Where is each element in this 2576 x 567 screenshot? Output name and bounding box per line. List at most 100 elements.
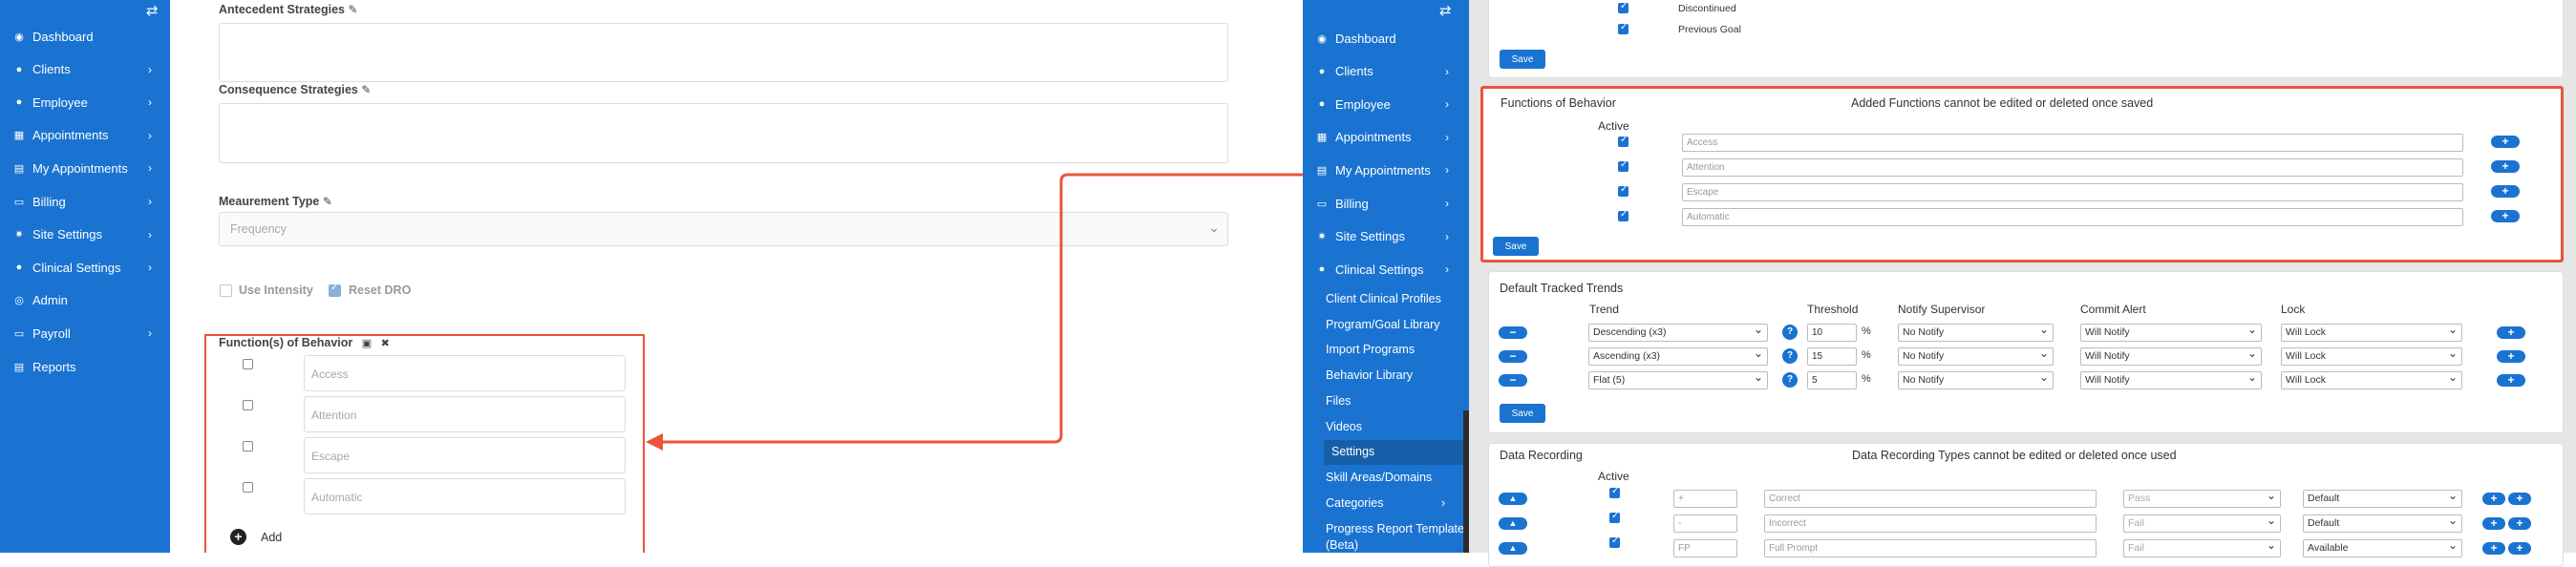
notify-select[interactable]: No Notify xyxy=(1898,347,2054,366)
lock-select[interactable]: Will Lock xyxy=(2281,324,2462,342)
sidebar-item-clinical-settings[interactable]: ● Clinical Settings › xyxy=(1315,255,1460,284)
user-icon: ● xyxy=(1318,263,1326,276)
chevron-right-icon: › xyxy=(1445,97,1449,112)
notify-header: Notify Supervisor xyxy=(1898,303,1986,316)
notify-select[interactable]: No Notify xyxy=(1898,371,2054,389)
commit-select[interactable]: Will Notify xyxy=(2080,347,2262,366)
save-button[interactable]: Save xyxy=(1493,237,1539,256)
function-active-checkbox[interactable] xyxy=(1618,209,1629,221)
trend-select[interactable]: Descending (x3) xyxy=(1588,324,1768,342)
sidebar-item-appointments[interactable]: ▦ Appointments › xyxy=(1315,123,1460,152)
goal-status-card: Discontinued Previous Goal Save xyxy=(1488,0,2564,78)
sidebar-item-my-appointments[interactable]: ▤ My Appointments › xyxy=(1315,156,1460,184)
add-icon[interactable]: + xyxy=(2508,542,2531,555)
recording-symbol-input[interactable]: + xyxy=(1673,490,1737,508)
add-icon[interactable]: + xyxy=(2491,185,2520,198)
sidebar-item-site-settings[interactable]: ✷ Site Settings › xyxy=(1315,222,1460,251)
recording-mode-select[interactable]: Available xyxy=(2303,539,2462,557)
function-active-checkbox[interactable] xyxy=(1618,135,1629,147)
add-trend-icon[interactable]: + xyxy=(2497,326,2525,339)
submenu-item-progress-report-template[interactable]: Progress Report Template xyxy=(1326,522,1464,536)
submenu-item--beta-[interactable]: (Beta) xyxy=(1326,538,1358,552)
remove-trend-icon[interactable]: − xyxy=(1499,326,1527,339)
percent-label: % xyxy=(1862,349,1871,361)
submenu-item-program-goal-library[interactable]: Program/Goal Library xyxy=(1326,318,1440,331)
recording-symbol-input[interactable]: FP xyxy=(1673,539,1737,557)
recording-mode-select[interactable]: Default xyxy=(2303,490,2462,508)
sidebar-item-dashboard[interactable]: ◉ Dashboard xyxy=(1315,24,1460,52)
move-up-icon[interactable]: ▲ xyxy=(1499,493,1527,505)
recording-active-checkbox[interactable] xyxy=(1609,536,1620,548)
sidebar-item-clients[interactable]: ● Clients › xyxy=(1315,57,1460,86)
recording-symbol-input[interactable]: - xyxy=(1673,514,1737,533)
functions-note: Added Functions cannot be edited or dele… xyxy=(1851,96,2154,110)
trends-card: Default Tracked Trends Trend Threshold N… xyxy=(1488,271,2564,433)
add-trend-icon[interactable]: + xyxy=(2497,350,2525,363)
add-icon[interactable]: + xyxy=(2482,493,2505,505)
add-icon[interactable]: + xyxy=(2482,542,2505,555)
trend-select[interactable]: Flat (5) xyxy=(1588,371,1768,389)
submenu-item-behavior-library[interactable]: Behavior Library xyxy=(1326,368,1413,382)
function-active-checkbox[interactable] xyxy=(1618,159,1629,172)
trend-select[interactable]: Ascending (x3) xyxy=(1588,347,1768,366)
submenu-item-categories[interactable]: Categories xyxy=(1326,496,1383,510)
sidebar-item-employee[interactable]: ● Employee › xyxy=(1315,90,1460,118)
right-main: Discontinued Previous Goal Save Function… xyxy=(1469,0,2576,567)
chevron-right-icon: › xyxy=(1445,197,1449,210)
move-up-icon[interactable]: ▲ xyxy=(1499,542,1527,555)
submenu-item-settings[interactable]: Settings xyxy=(1331,445,1374,458)
recording-name-input[interactable]: Incorrect xyxy=(1764,514,2097,533)
add-trend-icon[interactable]: + xyxy=(2497,374,2525,387)
recording-name-input[interactable]: Correct xyxy=(1764,490,2097,508)
help-icon[interactable]: ? xyxy=(1782,325,1798,340)
function-active-checkbox[interactable] xyxy=(1618,184,1629,197)
sidebar-item-label: Dashboard xyxy=(1335,31,1396,46)
add-icon[interactable]: + xyxy=(2482,517,2505,530)
save-button[interactable]: Save xyxy=(1500,404,1545,423)
sidebar-toggle-icon[interactable]: ⇄ xyxy=(1439,2,1452,19)
recording-mode-select[interactable]: Default xyxy=(2303,514,2462,533)
submenu-item-skill-areas-domains[interactable]: Skill Areas/Domains xyxy=(1326,471,1432,484)
recording-active-checkbox[interactable] xyxy=(1609,486,1620,498)
sidebar-item-billing[interactable]: ▭ Billing › xyxy=(1315,189,1460,218)
add-icon[interactable]: + xyxy=(2508,517,2531,530)
lock-select[interactable]: Will Lock xyxy=(2281,371,2462,389)
function-input[interactable]: Automatic xyxy=(1682,208,2463,226)
threshold-input[interactable]: 5 xyxy=(1807,371,1857,389)
submenu-item-import-programs[interactable]: Import Programs xyxy=(1326,343,1415,356)
notify-select[interactable]: No Notify xyxy=(1898,324,2054,342)
save-button[interactable]: Save xyxy=(1500,50,1545,69)
discontinued-checkbox[interactable] xyxy=(1618,1,1629,13)
threshold-header: Threshold xyxy=(1807,303,1859,316)
recording-active-checkbox[interactable] xyxy=(1609,511,1620,523)
recording-name-input[interactable]: Full Prompt xyxy=(1764,539,2097,557)
previous-goal-checkbox[interactable] xyxy=(1618,22,1629,34)
add-icon[interactable]: + xyxy=(2491,136,2520,148)
function-input[interactable]: Access xyxy=(1682,134,2463,152)
lock-select[interactable]: Will Lock xyxy=(2281,347,2462,366)
add-icon[interactable]: + xyxy=(2508,493,2531,505)
commit-select[interactable]: Will Notify xyxy=(2080,324,2262,342)
help-icon[interactable]: ? xyxy=(1782,372,1798,388)
commit-select[interactable]: Will Notify xyxy=(2080,371,2262,389)
submenu-item-client-clinical-profiles[interactable]: Client Clinical Profiles xyxy=(1326,292,1441,305)
remove-trend-icon[interactable]: − xyxy=(1499,374,1527,387)
move-up-icon[interactable]: ▲ xyxy=(1499,517,1527,530)
help-icon[interactable]: ? xyxy=(1782,348,1798,364)
add-icon[interactable]: + xyxy=(2491,160,2520,173)
trend-header: Trend xyxy=(1589,303,1619,316)
add-icon[interactable]: + xyxy=(2491,210,2520,222)
submenu-item-files[interactable]: Files xyxy=(1326,394,1351,408)
remove-trend-icon[interactable]: − xyxy=(1499,350,1527,363)
recording-result-select[interactable]: Fail xyxy=(2123,539,2281,557)
recording-result-select[interactable]: Fail xyxy=(2123,514,2281,533)
function-input[interactable]: Escape xyxy=(1682,183,2463,201)
chevron-right-icon: › xyxy=(1445,262,1449,277)
threshold-input[interactable]: 10 xyxy=(1807,324,1857,342)
function-input[interactable]: Attention xyxy=(1682,158,2463,177)
recording-result-select[interactable]: Pass xyxy=(2123,490,2281,508)
chevron-right-icon: › xyxy=(1441,496,1446,510)
threshold-input[interactable]: 15 xyxy=(1807,347,1857,366)
previous-goal-label: Previous Goal xyxy=(1678,24,1741,35)
submenu-item-videos[interactable]: Videos xyxy=(1326,420,1362,433)
